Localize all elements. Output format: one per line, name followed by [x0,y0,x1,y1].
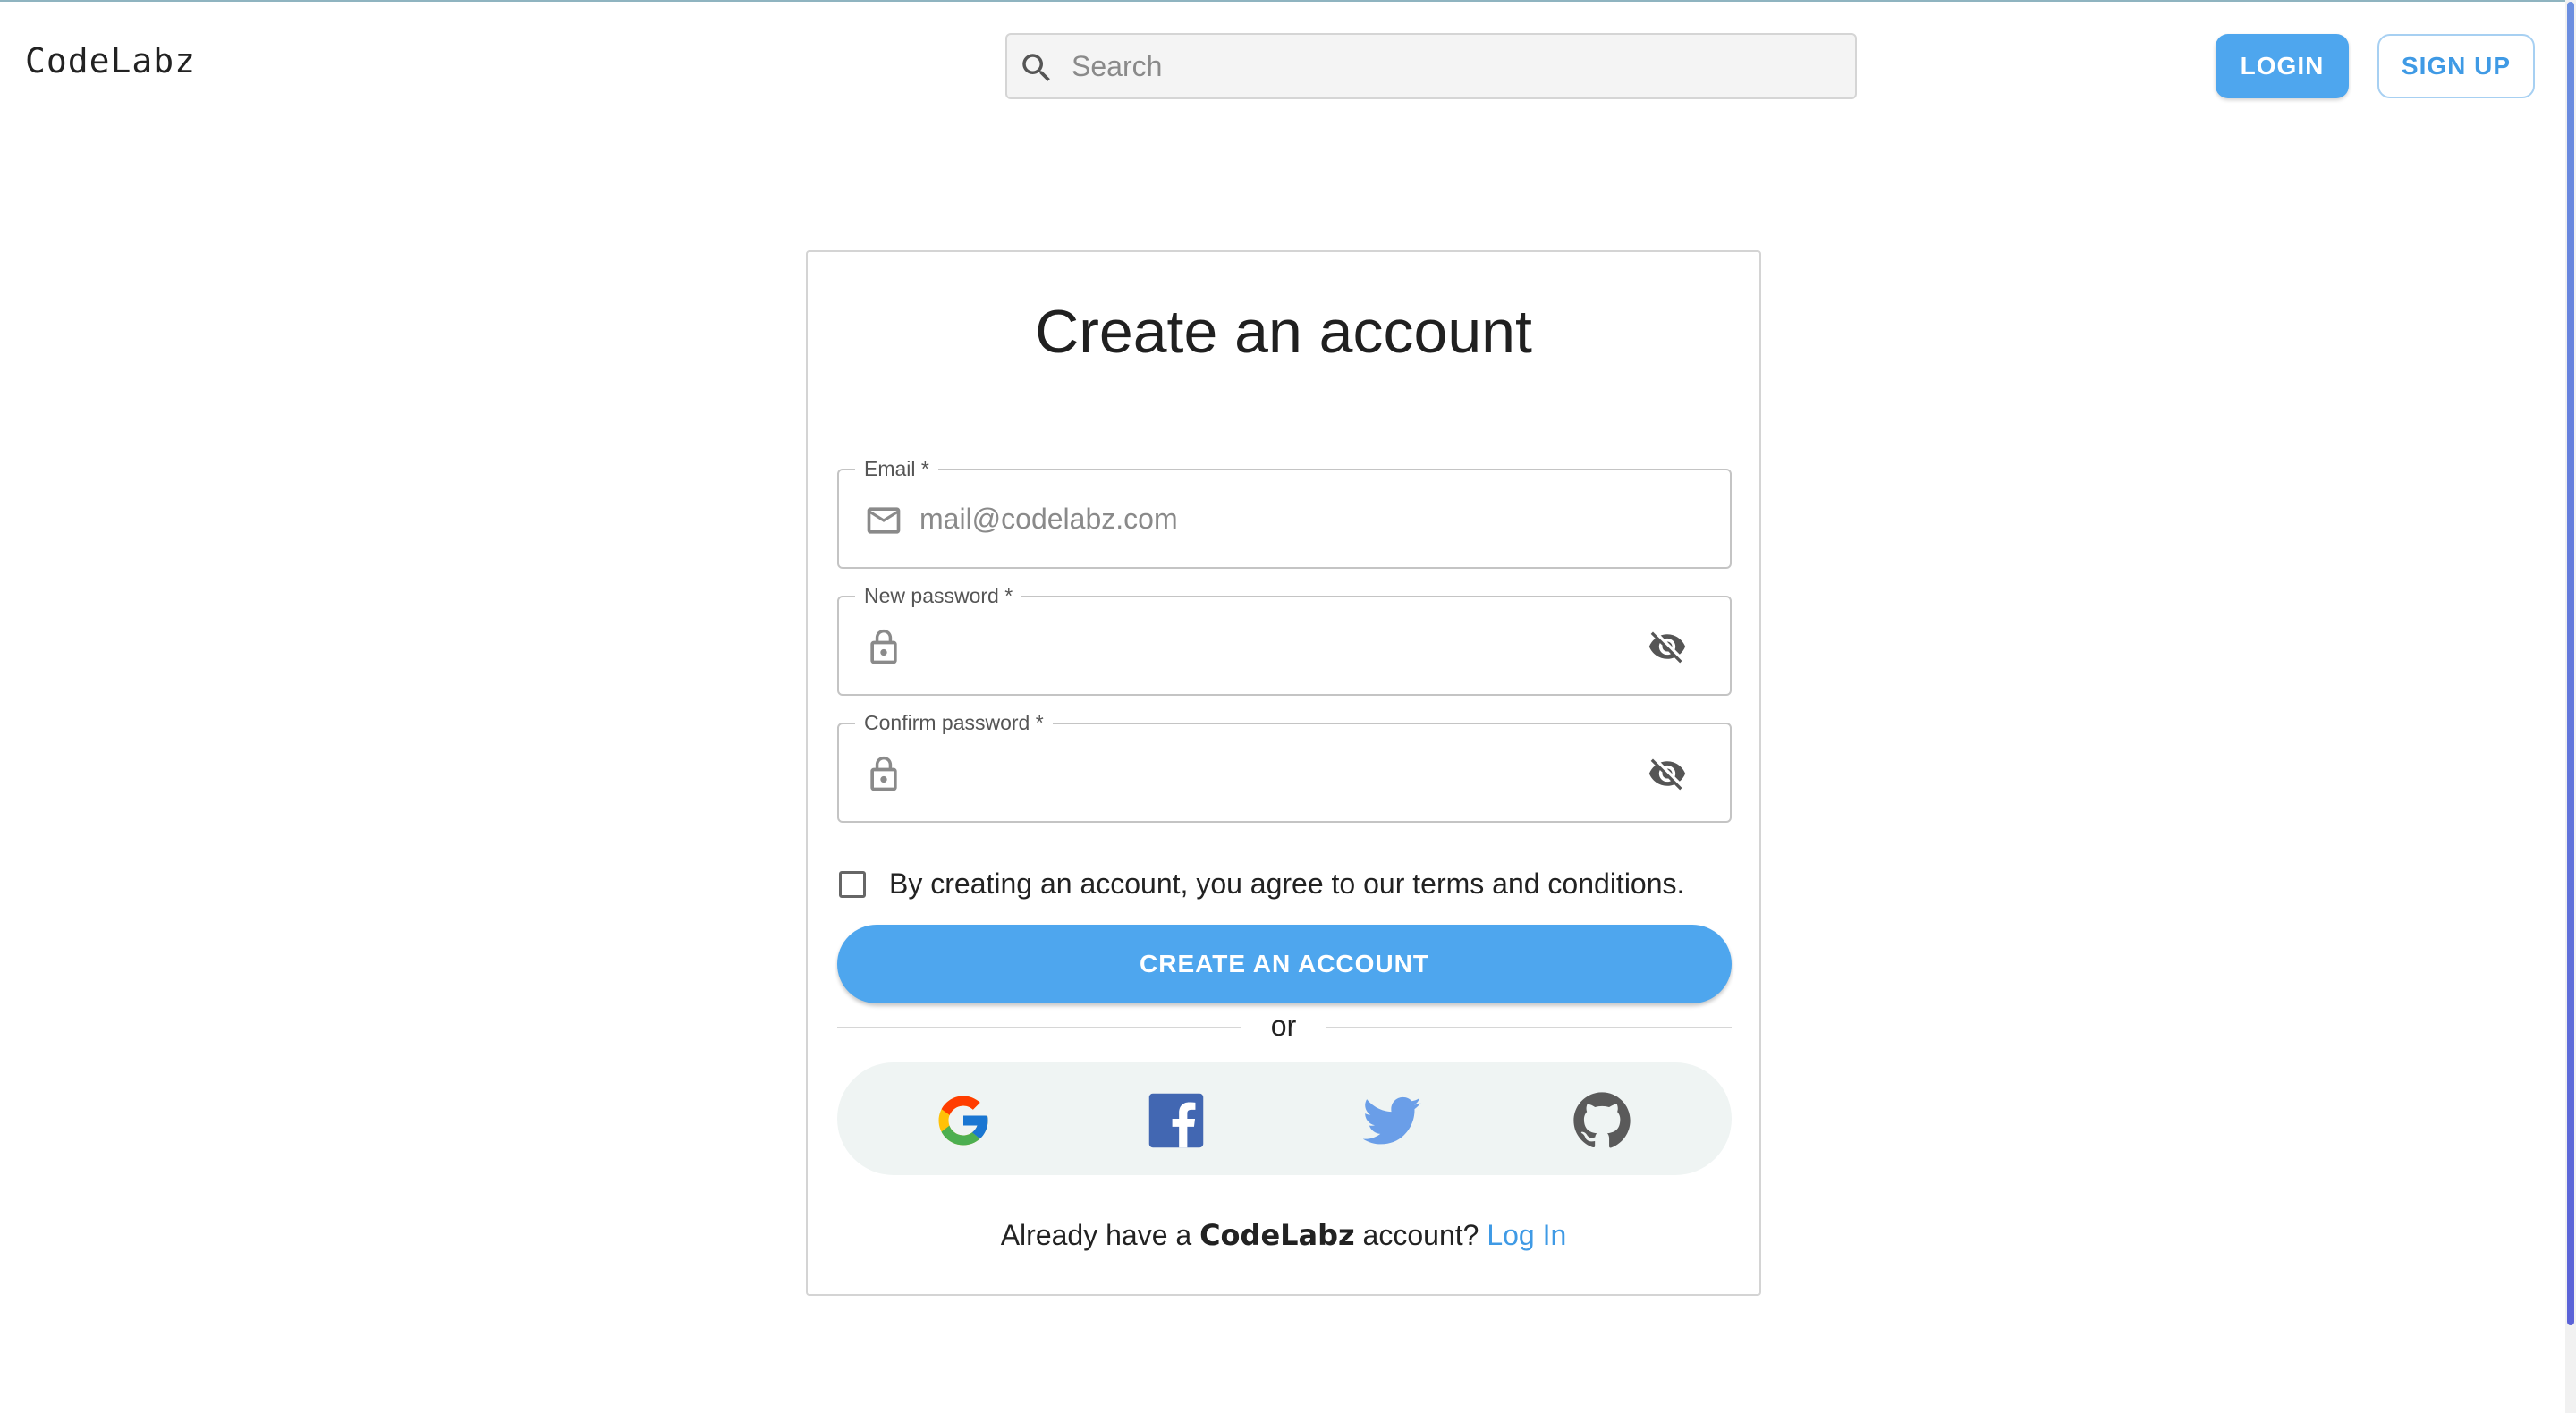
facebook-icon[interactable] [1147,1091,1206,1150]
page-scrollbar[interactable] [2565,0,2576,1413]
create-account-button[interactable]: CREATE AN ACCOUNT [837,925,1732,1003]
divider-text: or [1270,1010,1297,1042]
email-input[interactable] [919,470,1617,567]
login-prompt-suffix: account? [1362,1219,1479,1251]
lock-icon [870,629,897,664]
terms-row: By creating an account, you agree to our… [837,867,1684,901]
terms-checkbox[interactable] [839,870,866,898]
login-link[interactable]: Log In [1487,1219,1566,1251]
confirm-password-input[interactable] [919,724,1617,821]
login-button[interactable]: LOGIN [2216,34,2349,98]
social-login-bar [837,1062,1732,1175]
new-password-field[interactable]: New password * [837,583,1732,696]
email-field[interactable]: Email * [837,456,1732,569]
lock-icon [870,756,897,791]
eye-off-icon[interactable] [1646,754,1689,793]
signup-button[interactable]: SIGN UP [2377,34,2535,98]
login-prompt-brand: CodeLabz [1199,1218,1355,1252]
page-title: Create an account [1035,298,1532,366]
twitter-icon[interactable] [1363,1091,1422,1150]
search-input[interactable] [1072,35,1841,97]
search-icon [1022,54,1050,81]
search-bar[interactable] [1005,33,1857,99]
mail-icon [867,507,901,534]
login-prompt: Already have a CodeLabz account? Log In [808,1218,1759,1252]
top-border [0,0,2576,2]
confirm-password-field[interactable]: Confirm password * [837,710,1732,823]
eye-off-icon[interactable] [1646,627,1689,666]
logo[interactable]: CodeLabz [25,41,196,80]
login-prompt-prefix: Already have a [1000,1219,1192,1251]
terms-text: By creating an account, you agree to our… [889,867,1685,900]
google-icon[interactable] [934,1091,993,1150]
signup-card: Create an account Email * New password *… [806,250,1761,1296]
scrollbar-thumb[interactable] [2567,2,2574,1325]
new-password-input[interactable] [919,597,1617,694]
github-icon[interactable] [1572,1091,1631,1150]
